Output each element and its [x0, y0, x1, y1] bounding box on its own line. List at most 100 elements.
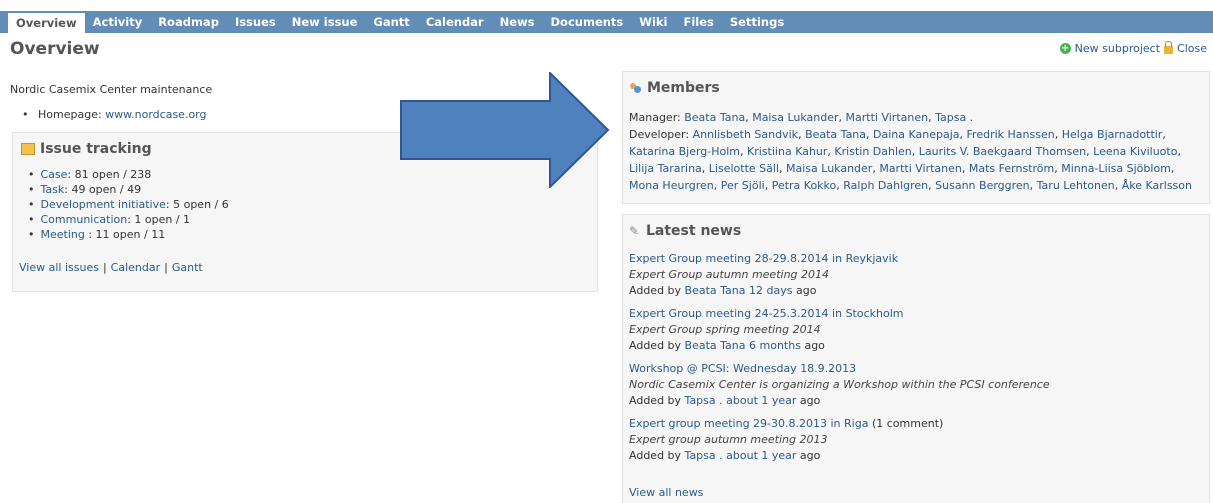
tab-roadmap[interactable]: Roadmap	[150, 11, 227, 33]
tab-gantt[interactable]: Gantt	[365, 11, 417, 33]
news-author-link[interactable]: Beata Tana	[685, 284, 746, 297]
arrow-shape	[400, 72, 610, 188]
manager-link[interactable]: Tapsa .	[935, 111, 973, 124]
tab-list: Overview Activity Roadmap Issues New iss…	[8, 11, 792, 33]
developer-link[interactable]: Daina Kanepaja	[873, 128, 960, 141]
tab-settings[interactable]: Settings	[722, 11, 792, 33]
news-heading: ✎ Latest news	[629, 223, 741, 239]
page-title: Overview	[10, 39, 100, 59]
news-age-link[interactable]: about 1 year	[726, 394, 796, 407]
news-author-link[interactable]: Beata Tana	[685, 339, 746, 352]
developer-link[interactable]: Lilija Tararina	[629, 162, 702, 175]
main-menu: Overview Activity Roadmap Issues New iss…	[0, 11, 1213, 33]
issue-tracking-title: Issue tracking	[40, 141, 152, 157]
news-summary: Nordic Casemix Center is organizing a Wo…	[629, 378, 1050, 391]
ago-label: ago	[804, 339, 825, 352]
news-meta: Added by Beata Tana 12 days ago	[629, 283, 1207, 299]
tab-calendar[interactable]: Calendar	[418, 11, 492, 33]
paperclip-icon: ✎	[629, 224, 640, 238]
tab-news[interactable]: News	[492, 11, 543, 33]
developer-link[interactable]: Kristiina Kahur	[747, 145, 827, 158]
developer-link[interactable]: Petra Kokko	[772, 179, 837, 192]
manager-link[interactable]: Maisa Lukander	[752, 111, 838, 124]
developer-link[interactable]: Helga Bjarnadottir	[1062, 128, 1163, 141]
developer-link[interactable]: Maisa Lukander	[786, 162, 872, 175]
lock-icon	[1164, 41, 1174, 54]
tracker-counts: : 1 open / 1	[127, 213, 191, 226]
tracker-link-communication[interactable]: Communication	[41, 213, 128, 226]
developer-link[interactable]: Mats Fernström	[969, 162, 1054, 175]
tracker-link-development-initiative[interactable]: Development initiative	[41, 198, 166, 211]
developer-link[interactable]: Minna-Liisa Sjöblom	[1061, 162, 1171, 175]
issue-links: View all issues | Calendar | Gantt	[19, 261, 203, 274]
tracker-link-case[interactable]: Case	[41, 168, 68, 181]
added-by-label: Added by	[629, 339, 682, 352]
manager-names: Beata Tana, Maisa Lukander, Martti Virta…	[684, 111, 974, 124]
tracker-link-meeting[interactable]: Meeting	[41, 228, 89, 241]
right-arrow-icon	[400, 72, 610, 188]
close-project-link[interactable]: Close	[1177, 42, 1207, 55]
developer-link[interactable]: Annlisbeth Sandvik	[693, 128, 798, 141]
news-summary: Expert group autumn meeting 2013	[629, 433, 828, 446]
developer-link[interactable]: Liselotte Säll	[709, 162, 779, 175]
news-age-link[interactable]: 12 days	[749, 284, 792, 297]
tab-new-issue[interactable]: New issue	[284, 11, 366, 33]
developer-link[interactable]: Per Sjöli	[721, 179, 765, 192]
news-title-link[interactable]: Workshop @ PCSI: Wednesday 18.9.2013	[629, 362, 856, 375]
news-author-link[interactable]: Tapsa .	[685, 394, 723, 407]
list-item: Case: 81 open / 238	[28, 167, 229, 182]
news-age-link[interactable]: 6 months	[749, 339, 801, 352]
calendar-link[interactable]: Calendar	[111, 261, 160, 274]
developer-link[interactable]: Ralph Dahlgren	[843, 179, 928, 192]
news-title-link[interactable]: Expert group meeting 29-30.8.2013 in Rig…	[629, 417, 868, 430]
developer-link[interactable]: Fredrik Hanssen	[967, 128, 1055, 141]
package-icon	[21, 143, 35, 155]
news-meta: Added by Beata Tana 6 months ago	[629, 338, 1207, 354]
news-summary: Expert Group autumn meeting 2014	[629, 268, 830, 281]
news-extra: (1 comment)	[871, 417, 944, 430]
manager-row: Manager: Beata Tana, Maisa Lukander, Mar…	[629, 109, 1201, 126]
developer-link[interactable]: Katarina Bjerg-Holm	[629, 145, 740, 158]
tab-issues[interactable]: Issues	[227, 11, 284, 33]
news-title-link[interactable]: Expert Group meeting 28-29.8.2014 in Rey…	[629, 252, 898, 265]
tracker-list: Case: 81 open / 238 Task: 49 open / 49 D…	[28, 167, 229, 242]
contextual-actions: + New subproject Close	[1059, 41, 1207, 55]
developer-link[interactable]: Taru Lehtonen	[1037, 179, 1115, 192]
developer-link[interactable]: Kristin Dahlen	[834, 145, 911, 158]
manager-link[interactable]: Beata Tana	[684, 111, 745, 124]
added-by-label: Added by	[629, 284, 682, 297]
tab-overview[interactable]: Overview	[8, 13, 85, 33]
developer-link[interactable]: Mona Heurgren	[629, 179, 714, 192]
developer-link[interactable]: Beata Tana	[805, 128, 866, 141]
news-meta: Added by Tapsa . about 1 year ago	[629, 393, 1207, 409]
developer-link[interactable]: Laurits V. Baekgaard Thomsen	[919, 145, 1086, 158]
project-description: Nordic Casemix Center maintenance	[10, 83, 213, 96]
developer-link[interactable]: Leena Kiviluoto	[1093, 145, 1177, 158]
tab-files[interactable]: Files	[676, 11, 722, 33]
developer-row: Developer: Annlisbeth Sandvik, Beata Tan…	[629, 126, 1201, 194]
news-age-link[interactable]: about 1 year	[726, 449, 796, 462]
added-by-label: Added by	[629, 394, 682, 407]
view-all-issues-link[interactable]: View all issues	[19, 261, 99, 274]
tab-activity[interactable]: Activity	[85, 11, 151, 33]
developer-link[interactable]: Åke Karlsson	[1122, 179, 1192, 192]
members-list: Manager: Beata Tana, Maisa Lukander, Mar…	[629, 109, 1201, 194]
news-title-link[interactable]: Expert Group meeting 24-25.3.2014 in Sto…	[629, 307, 903, 320]
gantt-link[interactable]: Gantt	[172, 261, 203, 274]
tracker-counts: : 81 open / 238	[67, 168, 152, 181]
ago-label: ago	[799, 449, 821, 462]
tracker-link-task[interactable]: Task	[41, 183, 65, 196]
new-subproject-link[interactable]: New subproject	[1075, 42, 1160, 55]
homepage-link[interactable]: www.nordcase.org	[105, 108, 206, 121]
separator: |	[102, 261, 107, 274]
add-icon: +	[1059, 43, 1071, 54]
developer-link[interactable]: Martti Virtanen	[879, 162, 962, 175]
list-item: Task: 49 open / 49	[28, 182, 229, 197]
view-all-news-link[interactable]: View all news	[629, 486, 703, 499]
news-author-link[interactable]: Tapsa .	[685, 449, 723, 462]
tab-documents[interactable]: Documents	[543, 11, 632, 33]
developer-link[interactable]: Susann Berggren	[935, 179, 1030, 192]
news-item: Expert Group meeting 28-29.8.2014 in Rey…	[629, 251, 1207, 299]
tab-wiki[interactable]: Wiki	[631, 11, 675, 33]
manager-link[interactable]: Martti Virtanen	[846, 111, 929, 124]
